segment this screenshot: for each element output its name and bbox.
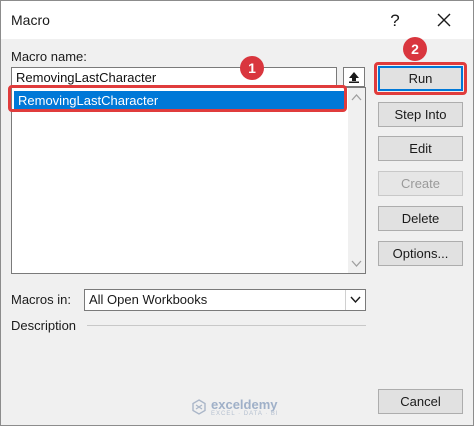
- macro-name-label: Macro name:: [11, 49, 87, 64]
- create-label: Create: [400, 176, 441, 191]
- options-label: Options...: [392, 246, 449, 261]
- exceldemy-logo-icon: [192, 399, 206, 415]
- selection-callout-box: [8, 85, 347, 112]
- cancel-label: Cancel: [400, 394, 441, 409]
- macros-in-select[interactable]: All Open Workbooks: [84, 289, 366, 311]
- edit-label: Edit: [409, 141, 432, 156]
- step-into-label: Step Into: [394, 107, 447, 122]
- edit-button[interactable]: Edit: [378, 136, 463, 161]
- close-icon: [437, 13, 451, 27]
- macro-list[interactable]: RemovingLastCharacter: [11, 87, 366, 274]
- window-title: Macro: [11, 12, 50, 28]
- title-bar: Macro ?: [1, 1, 473, 39]
- help-button[interactable]: ?: [382, 8, 408, 34]
- options-button[interactable]: Options...: [378, 241, 463, 266]
- description-divider: [87, 325, 366, 326]
- watermark-name: exceldemy: [211, 397, 278, 412]
- move-up-button[interactable]: [343, 67, 365, 87]
- delete-button[interactable]: Delete: [378, 206, 463, 231]
- macro-name-input[interactable]: [11, 67, 337, 87]
- create-button: Create: [378, 171, 463, 196]
- dropdown-button[interactable]: [345, 290, 365, 310]
- step-into-button[interactable]: Step Into: [378, 102, 463, 127]
- cancel-button[interactable]: Cancel: [378, 389, 463, 414]
- scroll-up-icon[interactable]: [351, 93, 362, 101]
- list-scrollbar[interactable]: [348, 88, 365, 273]
- description-label: Description: [11, 318, 77, 333]
- macros-in-value: All Open Workbooks: [89, 292, 208, 307]
- close-button[interactable]: [429, 8, 459, 34]
- callout-badge-1: 1: [240, 56, 264, 80]
- upload-arrow-icon: [349, 72, 359, 83]
- macros-in-label: Macros in:: [11, 292, 71, 307]
- delete-label: Delete: [401, 211, 440, 226]
- watermark-tagline: EXCEL · DATA · BI: [211, 411, 279, 417]
- macro-dialog: Macro ? Macro name: RemovingLastCharacte…: [0, 0, 474, 426]
- chevron-down-icon: [350, 296, 361, 304]
- run-callout-box: [374, 62, 467, 95]
- scroll-down-icon[interactable]: [351, 260, 362, 268]
- callout-badge-2: 2: [403, 37, 427, 61]
